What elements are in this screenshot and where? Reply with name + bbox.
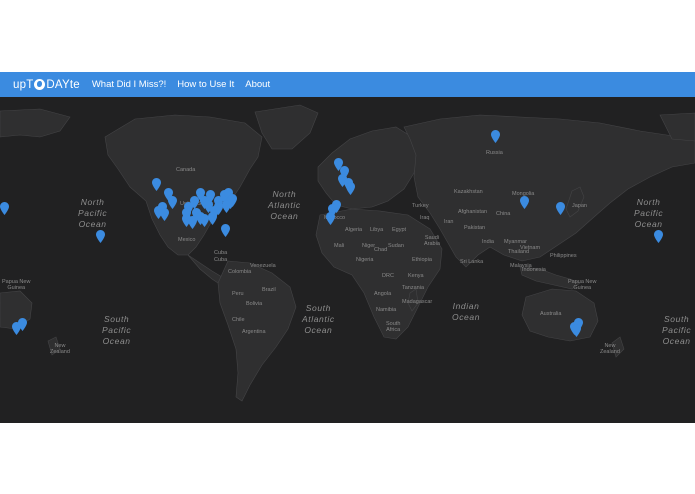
map-marker-pin-icon[interactable] [571,324,581,337]
place-label: Colombia [228,269,252,275]
place-label: Saudi Arabia [424,235,440,247]
place-label: Namibia [376,307,397,313]
brand-prefix: upT [13,78,34,91]
map-marker-pin-icon[interactable] [151,178,161,191]
place-label: Philippines [550,253,577,259]
place-label: Chile [232,317,245,323]
place-label: Peru [232,291,244,297]
map-marker-pin-icon[interactable] [167,196,177,209]
map-marker-pin-icon[interactable] [17,318,27,331]
place-label: Mexico [178,237,196,243]
place-label: Cuba [214,257,228,263]
place-label: India [482,239,494,245]
place-label: Japan [572,203,587,209]
place-label: Russia [486,150,503,156]
place-label: Kazakhstan [454,189,483,195]
map-marker-pin-icon[interactable] [325,212,335,225]
ocean-label-north-pacific-east: North Pacific Ocean [634,197,664,229]
place-label: Bolivia [246,301,263,307]
place-label: Afghanistan [458,209,488,215]
place-label: New Zealand [50,343,70,355]
map-marker-pin-icon[interactable] [220,224,230,237]
place-label: Egypt [392,227,407,233]
world-map[interactable]: North Pacific Ocean North Atlantic Ocean… [0,97,695,423]
place-label: Malaysia [510,263,532,269]
map-marker-pin-icon[interactable] [227,194,237,207]
place-label: Iraq [420,215,430,221]
place-label: Angola [374,291,392,297]
place-label: Madagascar [402,299,433,305]
brand-suffix: DAYte [46,78,80,91]
place-label: Chad [374,247,388,253]
place-label: Mali [334,243,345,249]
ocean-label-indian: Indian Ocean [452,301,481,322]
map-marker-pin-icon[interactable] [181,208,191,221]
ocean-label-south-pacific-west: South Pacific Ocean [102,314,132,346]
map-land-layer [0,104,695,402]
place-label: Papua New Guinea [2,279,31,291]
map-marker-pin-icon[interactable] [95,230,105,243]
place-label: Tanzania [402,285,425,291]
map-marker-pin-icon[interactable] [213,202,223,215]
brand-logo[interactable]: upT DAYte [13,79,80,91]
place-label: DRC [382,273,394,279]
globe-icon [34,79,46,90]
place-label: Pakistan [464,225,486,231]
place-label: Vietnam [520,245,541,251]
place-label: Sudan [388,243,404,249]
place-label: Iran [444,219,454,225]
place-label: New Zealand [600,343,620,355]
place-label: Ethiopia [412,257,432,263]
place-label: Venezuela [250,263,276,269]
place-label: Argentina [242,329,266,335]
place-label: Brazil [262,287,276,293]
nav-link-what-did-i-miss[interactable]: What Did I Miss?! [92,79,166,90]
map-marker-pin-icon[interactable] [555,202,565,215]
place-label: Nigeria [356,257,374,263]
place-label: Australia [540,311,562,317]
place-label: Turkey [412,203,429,209]
ocean-label-south-atlantic: South Atlantic Ocean [302,303,335,335]
map-marker-pin-icon[interactable] [153,206,163,219]
map-marker-pin-icon[interactable] [490,130,500,143]
place-label: Algeria [345,227,363,233]
map-marker-pin-icon[interactable] [519,196,529,209]
map-marker-pin-icon[interactable] [653,230,663,243]
place-label: Papua New Guinea [568,279,597,291]
ocean-label-south-pacific-east: South Pacific Ocean [662,314,692,346]
top-navbar: upT DAYte What Did I Miss?! How to Use I… [0,72,695,97]
map-marker-pin-icon[interactable] [0,202,9,215]
place-label: China [496,211,511,217]
place-label: Kenya [408,273,424,279]
nav-link-about[interactable]: About [245,79,270,90]
ocean-label-north-pacific-west: North Pacific Ocean [78,197,108,229]
place-label: Cuba [214,250,228,256]
place-label: Canada [176,167,196,173]
nav-link-how-to-use-it[interactable]: How to Use It [177,79,234,90]
ocean-label-north-atlantic: North Atlantic Ocean [268,189,301,221]
place-label: Sri Lanka [460,259,484,265]
place-label: South Africa [386,321,401,333]
map-marker-pin-icon[interactable] [345,182,355,195]
place-label: Libya [370,227,384,233]
